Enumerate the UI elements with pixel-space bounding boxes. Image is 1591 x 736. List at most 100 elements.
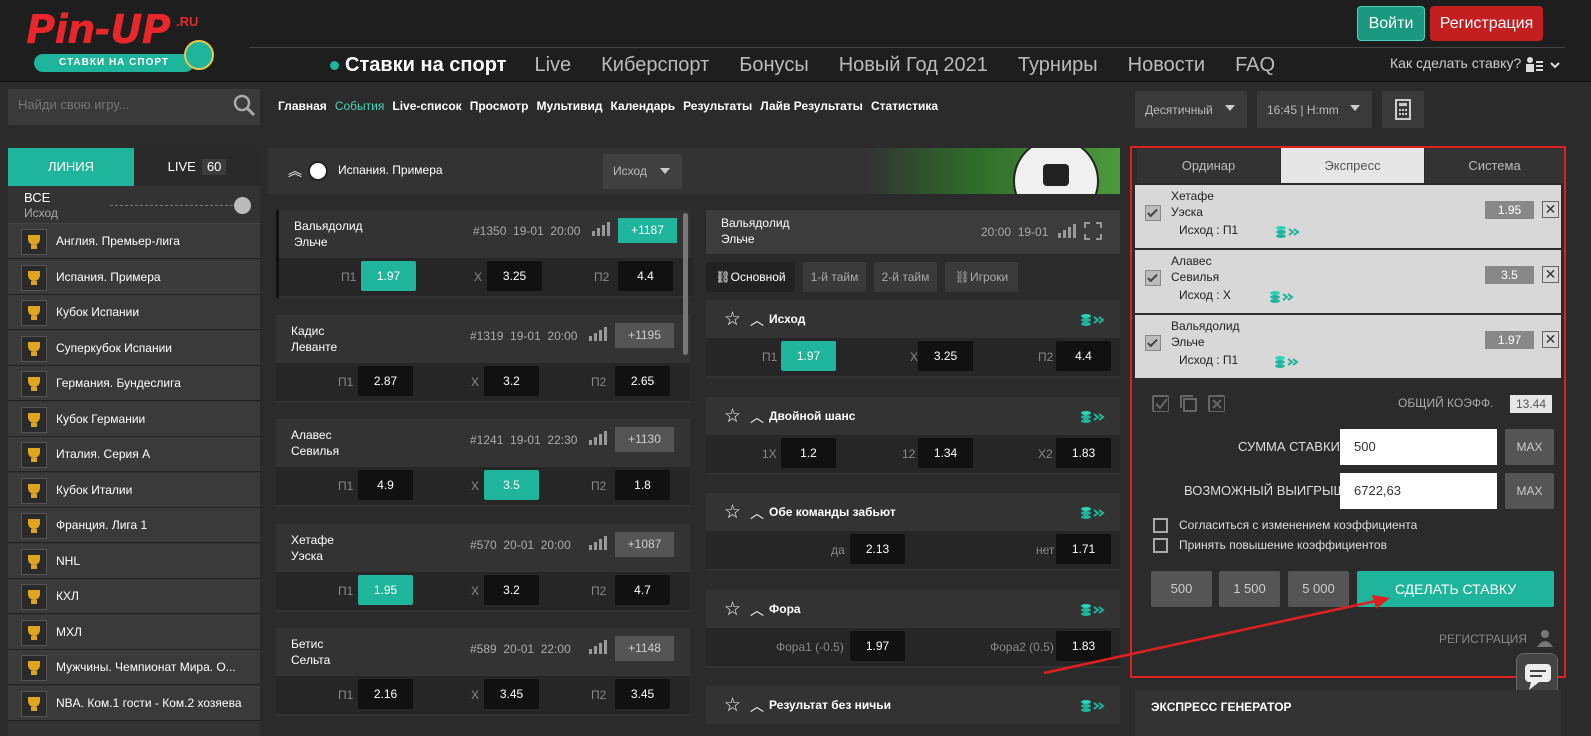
market-block-header[interactable]: ☆ ︿ Обе команды забьют bbox=[706, 493, 1120, 531]
stats-icon[interactable] bbox=[589, 640, 607, 654]
remove-bet-icon[interactable]: ✕ bbox=[1542, 331, 1559, 348]
sidebar-item-league[interactable]: Испания. Примера bbox=[8, 259, 260, 295]
odd-button-p1[interactable]: 2.87 bbox=[358, 365, 413, 396]
all-filter[interactable]: ВСЕ Исход bbox=[8, 186, 260, 224]
nav-new-year[interactable]: Новый Год 2021 bbox=[839, 54, 988, 77]
sidebar-item-league[interactable]: Кубок Германии bbox=[8, 401, 260, 437]
sidebar-item-league[interactable]: МХЛ bbox=[8, 614, 260, 650]
odd-button-p1[interactable]: 4.9 bbox=[358, 470, 413, 500]
stats-icon[interactable] bbox=[589, 535, 607, 550]
tab-main[interactable]: ⛓Основной bbox=[706, 262, 795, 292]
odd-button-p2[interactable]: 2.65 bbox=[615, 365, 670, 396]
search-icon[interactable] bbox=[232, 93, 256, 117]
odd-button-1[interactable]: 1.97 bbox=[850, 630, 905, 661]
tab-express[interactable]: Экспресс bbox=[1281, 148, 1424, 183]
subnav-calendar[interactable]: Календарь bbox=[611, 99, 676, 113]
subnav-statistics[interactable]: Статистика bbox=[871, 99, 938, 113]
login-button[interactable]: Войти bbox=[1357, 6, 1425, 41]
odd-button-1[interactable]: 2.13 bbox=[850, 534, 905, 564]
odd-button-3[interactable]: 1.83 bbox=[1056, 437, 1111, 468]
express-generator[interactable]: ЭКСПРЕСС ГЕНЕРАТОР bbox=[1135, 690, 1561, 736]
nav-sports[interactable]: Ставки на спорт bbox=[330, 54, 506, 77]
clear-icon[interactable] bbox=[1208, 395, 1225, 412]
collapse-icon[interactable]: ︽ bbox=[288, 161, 302, 181]
odd-button-p1[interactable]: 1.95 bbox=[358, 574, 413, 605]
odd-button-p1[interactable]: 2.16 bbox=[358, 679, 413, 709]
win-max-button[interactable]: MAX bbox=[1505, 473, 1554, 509]
odd-button-1[interactable]: 1.2 bbox=[781, 437, 836, 468]
scrollbar[interactable] bbox=[683, 213, 688, 355]
market-block-header[interactable]: ☆ ︿ Двойной шанс bbox=[706, 397, 1120, 435]
odd-button-2[interactable]: 3.25 bbox=[918, 341, 973, 371]
tab-first-half[interactable]: 1-й тайм bbox=[803, 262, 866, 292]
star-icon[interactable]: ☆ bbox=[724, 501, 741, 524]
toggle-knob[interactable] bbox=[234, 197, 251, 214]
odd-button-x[interactable]: 3.2 bbox=[484, 365, 539, 396]
how-to-menu-icon[interactable] bbox=[1523, 55, 1561, 75]
stake-input[interactable]: 500 bbox=[1340, 429, 1497, 465]
nav-faq[interactable]: FAQ bbox=[1235, 54, 1275, 77]
nav-bonuses[interactable]: Бонусы bbox=[739, 54, 808, 77]
chevron-up-icon[interactable]: ︿ bbox=[750, 310, 764, 330]
bet-checkbox[interactable] bbox=[1145, 205, 1161, 221]
tab-single[interactable]: Ординар bbox=[1137, 148, 1280, 183]
match-card[interactable]: Бетис Сельта #589 20-01 22:00 +1148 П1 2.16 Х 3… bbox=[276, 628, 690, 716]
subnav-live-results[interactable]: Лайв Результаты bbox=[760, 99, 863, 113]
odd-button-x[interactable]: 3.5 bbox=[484, 470, 539, 500]
tab-players[interactable]: ⛓Игроки bbox=[945, 262, 1018, 292]
how-to-bet-link[interactable]: Как сделать ставку? bbox=[1390, 55, 1521, 71]
sidebar-item-league[interactable]: КХЛ bbox=[8, 579, 260, 614]
coins-icon[interactable] bbox=[1080, 699, 1106, 713]
odd-button-2[interactable]: 1.34 bbox=[918, 437, 973, 468]
nav-news[interactable]: Новости bbox=[1128, 54, 1205, 77]
odd-button-1[interactable]: 1.97 bbox=[781, 341, 836, 371]
subnav-events[interactable]: События bbox=[335, 99, 385, 113]
nav-live[interactable]: Live bbox=[534, 54, 571, 77]
stats-icon[interactable] bbox=[589, 326, 607, 341]
sidebar-item-league[interactable]: Мужчины. Чемпионат Мира. О... bbox=[8, 650, 260, 685]
remove-bet-icon[interactable]: ✕ bbox=[1542, 266, 1559, 283]
odd-button-3[interactable]: 4.4 bbox=[1056, 341, 1111, 371]
subnav-live-list[interactable]: Live-список bbox=[392, 99, 461, 113]
odd-button-x[interactable]: 3.2 bbox=[484, 574, 539, 605]
coins-icon[interactable] bbox=[1080, 313, 1106, 327]
subnav-multiview[interactable]: Мультивид bbox=[536, 99, 602, 113]
search-input[interactable] bbox=[18, 97, 218, 112]
star-icon[interactable]: ☆ bbox=[724, 308, 741, 331]
chevron-up-icon[interactable]: ︿ bbox=[750, 696, 764, 716]
match-card[interactable]: Алавес Севилья #1241 19-01 22:30 +1130 П1 4.9… bbox=[276, 419, 690, 507]
star-icon[interactable]: ☆ bbox=[724, 598, 741, 621]
odd-button-p2[interactable]: 4.4 bbox=[618, 261, 673, 291]
sidebar-item-league[interactable]: Германия. Бундеслига bbox=[8, 366, 260, 401]
fullscreen-icon[interactable] bbox=[1084, 222, 1102, 240]
sidebar-item-league[interactable]: Кубок Испании bbox=[8, 295, 260, 330]
sidebar-item-league[interactable]: Суперкубок Испании bbox=[8, 330, 260, 366]
stake-max-button[interactable]: MAX bbox=[1505, 429, 1554, 465]
coins-icon[interactable] bbox=[1080, 410, 1106, 424]
check-all-icon[interactable] bbox=[1152, 395, 1169, 412]
odd-button-3[interactable]: 1.71 bbox=[1056, 534, 1111, 564]
odd-button-p1[interactable]: 1.97 bbox=[361, 261, 416, 291]
coins-icon[interactable] bbox=[1080, 506, 1106, 520]
more-markets-button[interactable]: +1148 bbox=[615, 636, 674, 661]
time-format-select[interactable]: 16:45 | H:mm bbox=[1257, 91, 1372, 128]
chevron-up-icon[interactable]: ︿ bbox=[750, 407, 764, 427]
stats-icon[interactable] bbox=[592, 222, 610, 236]
nav-esports[interactable]: Киберспорт bbox=[601, 54, 709, 77]
subnav-home[interactable]: Главная bbox=[278, 99, 327, 113]
more-markets-button[interactable]: +1130 bbox=[615, 427, 674, 452]
register-button[interactable]: Регистрация bbox=[1430, 6, 1543, 41]
tab-system[interactable]: Система bbox=[1425, 148, 1564, 183]
sidebar-item-league[interactable]: NHL bbox=[8, 543, 260, 579]
calculator-icon[interactable] bbox=[1382, 91, 1424, 128]
star-icon[interactable]: ☆ bbox=[724, 405, 741, 428]
tab-second-half[interactable]: 2-й тайм bbox=[874, 262, 937, 292]
sidebar-item-league[interactable]: NBA. Ком.1 гости - Ком.2 хозяева bbox=[8, 685, 260, 721]
tab-live[interactable]: LIVE 60 bbox=[134, 148, 260, 186]
odd-button-p2[interactable]: 4.7 bbox=[615, 574, 670, 605]
stats-icon[interactable] bbox=[1058, 224, 1076, 238]
tab-line[interactable]: ЛИНИЯ bbox=[8, 148, 134, 186]
bet-checkbox[interactable] bbox=[1145, 270, 1161, 286]
copy-icon[interactable] bbox=[1180, 395, 1197, 412]
slip-register-link[interactable]: РЕГИСТРАЦИЯ bbox=[1439, 632, 1527, 646]
